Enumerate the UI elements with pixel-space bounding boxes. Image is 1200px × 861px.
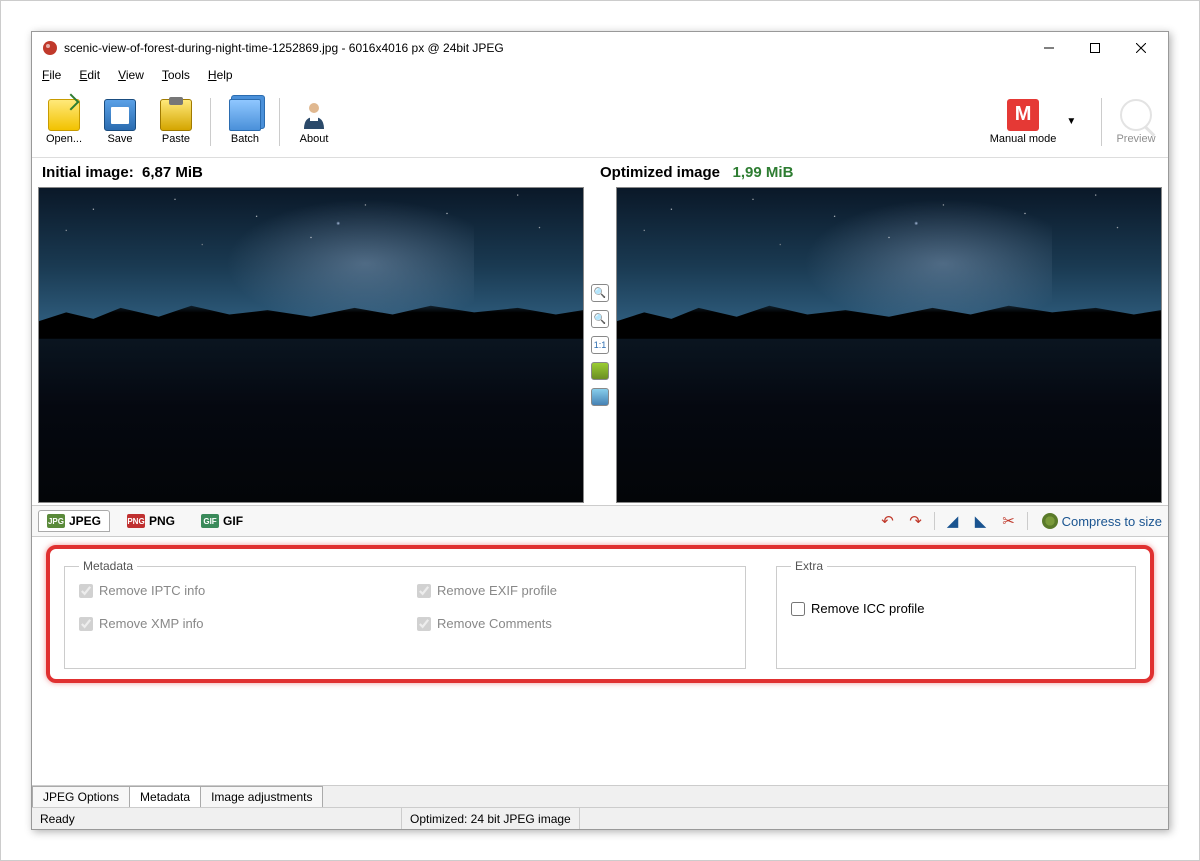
folder-open-icon — [48, 99, 80, 131]
compress-to-size-button[interactable]: Compress to size — [1042, 513, 1162, 529]
jpeg-badge-icon: JPG — [47, 514, 65, 528]
toolbar: Open... Save Paste Batch About M Manual … — [32, 86, 1168, 158]
person-icon — [298, 99, 330, 131]
toggle-view-button[interactable] — [591, 388, 609, 406]
statusbar: Ready Optimized: 24 bit JPEG image — [32, 807, 1168, 829]
minimize-button[interactable] — [1026, 33, 1072, 63]
menu-file[interactable]: File — [34, 66, 69, 84]
tab-metadata[interactable]: Metadata — [129, 786, 201, 807]
separator — [279, 98, 280, 146]
tab-image-adjustments[interactable]: Image adjustments — [200, 786, 323, 807]
menu-edit[interactable]: Edit — [71, 66, 108, 84]
gear-icon — [1042, 513, 1058, 529]
size-row: Initial image: 6,87 MiB Optimized image … — [32, 158, 1168, 185]
paste-icon — [160, 99, 192, 131]
zoom-controls: 🔍 🔍 1:1 — [586, 185, 614, 505]
optimized-image-panel[interactable] — [616, 187, 1162, 503]
zoom-in-button[interactable]: 🔍 — [591, 284, 609, 302]
open-button[interactable]: Open... — [38, 95, 90, 149]
menu-help[interactable]: Help — [200, 66, 241, 84]
window-title: scenic-view-of-forest-during-night-time-… — [64, 41, 1026, 55]
remove-icc-checkbox[interactable]: Remove ICC profile — [791, 601, 1121, 616]
extra-legend: Extra — [791, 559, 827, 573]
flip-vertical-button[interactable]: ◣ — [971, 511, 991, 531]
bottom-tabs: JPEG Options Metadata Image adjustments — [32, 785, 1168, 807]
titlebar: scenic-view-of-forest-during-night-time-… — [32, 32, 1168, 64]
tab-jpeg[interactable]: JPGJPEG — [38, 510, 110, 532]
metadata-group: Metadata Remove IPTC info Remove EXIF pr… — [64, 559, 746, 669]
format-tabs: JPGJPEG PNGPNG GIFGIF ↶ ↷ ◢ ◣ ✂ Compress… — [32, 505, 1168, 537]
batch-button[interactable]: Batch — [219, 95, 271, 149]
batch-icon — [229, 99, 261, 131]
paste-button[interactable]: Paste — [150, 95, 202, 149]
mode-button[interactable]: M Manual mode ▼ — [973, 95, 1093, 149]
close-button[interactable] — [1118, 33, 1164, 63]
initial-image-panel[interactable] — [38, 187, 584, 503]
gif-badge-icon: GIF — [201, 514, 219, 528]
save-icon — [104, 99, 136, 131]
about-button[interactable]: About — [288, 95, 340, 149]
annotation-highlight: Metadata Remove IPTC info Remove EXIF pr… — [46, 545, 1154, 683]
chevron-down-icon: ▼ — [1066, 116, 1076, 127]
initial-size: 6,87 MiB — [142, 164, 203, 181]
menu-tools[interactable]: Tools — [154, 66, 198, 84]
png-badge-icon: PNG — [127, 514, 145, 528]
tab-gif[interactable]: GIFGIF — [192, 510, 252, 532]
remove-xmp-checkbox[interactable]: Remove XMP info — [79, 616, 393, 631]
status-optimized: Optimized: 24 bit JPEG image — [402, 808, 580, 829]
redo-button[interactable]: ↷ — [906, 511, 926, 531]
remove-exif-checkbox[interactable]: Remove EXIF profile — [417, 583, 731, 598]
flip-horizontal-button[interactable]: ◢ — [943, 511, 963, 531]
undo-button[interactable]: ↶ — [878, 511, 898, 531]
fit-window-button[interactable] — [591, 362, 609, 380]
extra-group: Extra Remove ICC profile — [776, 559, 1136, 669]
maximize-button[interactable] — [1072, 33, 1118, 63]
remove-comments-checkbox[interactable]: Remove Comments — [417, 616, 731, 631]
app-icon — [42, 40, 58, 56]
tab-jpeg-options[interactable]: JPEG Options — [32, 786, 130, 807]
separator — [210, 98, 211, 146]
initial-label: Initial image: — [42, 164, 134, 181]
menubar: File Edit View Tools Help — [32, 64, 1168, 86]
optimized-label: Optimized image — [600, 164, 720, 181]
remove-iptc-checkbox[interactable]: Remove IPTC info — [79, 583, 393, 598]
save-button[interactable]: Save — [94, 95, 146, 149]
menu-view[interactable]: View — [110, 66, 152, 84]
zoom-out-button[interactable]: 🔍 — [591, 310, 609, 328]
zoom-actual-button[interactable]: 1:1 — [591, 336, 609, 354]
preview-area: 🔍 🔍 1:1 — [32, 185, 1168, 505]
manual-mode-icon: M — [1007, 99, 1039, 131]
tab-png[interactable]: PNGPNG — [118, 510, 184, 532]
options-area: Metadata Remove IPTC info Remove EXIF pr… — [32, 537, 1168, 695]
optimized-size: 1,99 MiB — [733, 164, 794, 181]
crop-button[interactable]: ✂ — [999, 511, 1019, 531]
separator — [1101, 98, 1102, 146]
preview-button[interactable]: Preview — [1110, 95, 1162, 149]
status-ready: Ready — [32, 808, 402, 829]
metadata-legend: Metadata — [79, 559, 137, 573]
magnifier-icon — [1120, 99, 1152, 131]
